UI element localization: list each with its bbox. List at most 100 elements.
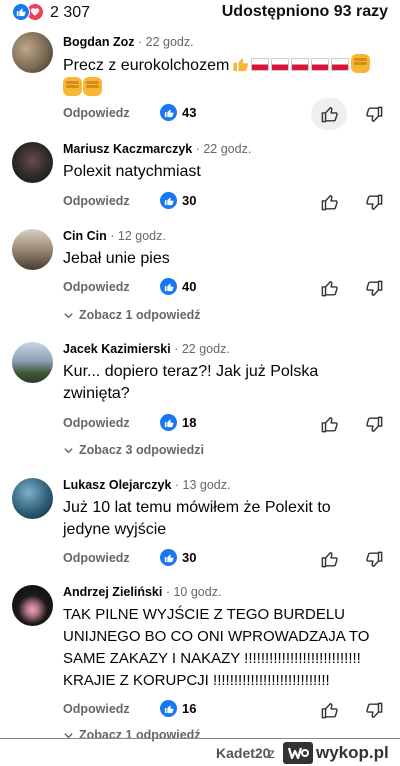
like-badge-icon [160, 549, 177, 566]
comment-time: · 22 godz. [138, 35, 194, 49]
fist-emoji-icon [83, 77, 102, 96]
see-replies-link[interactable]: Zobacz 3 odpowiedzi [63, 443, 204, 457]
watermark-z: z [268, 745, 275, 761]
comment-actions: Odpowiedz 43 [0, 98, 400, 130]
like-count-value: 18 [182, 415, 197, 430]
wykop-logo-text: wykop.pl [316, 743, 389, 762]
upvote-button[interactable] [312, 188, 346, 216]
downvote-button[interactable] [357, 100, 391, 128]
avatar[interactable] [12, 342, 53, 383]
thumbs-down-icon [365, 194, 382, 210]
like-count[interactable]: 18 [160, 414, 196, 431]
comment-text: Jebał unie pies [63, 250, 170, 267]
comment-text: Precz z eurokolchozem [63, 54, 388, 100]
thumbs-up-icon [321, 702, 338, 718]
like-badge-icon [160, 192, 177, 209]
comment-text: TAK PILNE WYJŚCIE Z TEGO BURDELU UNIJNEG… [63, 606, 370, 689]
like-count-value: 16 [182, 701, 197, 716]
like-count-value: 30 [182, 550, 197, 565]
thumbs-up-icon [321, 280, 338, 296]
comment-time: · 10 godz. [165, 585, 222, 599]
reaction-count[interactable]: 2 307 [50, 4, 90, 22]
reply-button[interactable]: Odpowiedz [63, 702, 130, 716]
like-badge-icon [160, 700, 177, 717]
upvote-button[interactable] [312, 696, 346, 724]
reaction-icons[interactable] [12, 3, 44, 21]
reply-button[interactable]: Odpowiedz [63, 416, 130, 430]
like-reaction-icon [12, 3, 30, 21]
comment-text: Kur... dopiero teraz?! Jak już Polska zw… [63, 363, 319, 402]
downvote-button[interactable] [357, 274, 391, 302]
reply-button[interactable]: Odpowiedz [63, 551, 130, 565]
comment-actions: Odpowiedz 16 [0, 696, 400, 724]
like-count[interactable]: 40 [160, 278, 196, 295]
upvote-button[interactable] [312, 274, 346, 302]
fist-emoji-icon [63, 77, 82, 96]
chevron-down-icon [64, 312, 73, 318]
poland-flag-icon [271, 58, 290, 71]
shares-count[interactable]: Udostępniono 93 razy [222, 3, 388, 21]
upvote-button[interactable] [311, 98, 347, 130]
comment-time: · 22 godz. [174, 342, 230, 356]
watermark-footer: Kadet20 z wykop.pl [0, 738, 400, 766]
comment-time: · 12 godz. [110, 229, 166, 243]
thumbs-up-icon [321, 194, 338, 210]
watermark-author: Kadet20 [216, 745, 271, 761]
poland-flag-icon [311, 58, 330, 71]
avatar[interactable] [12, 478, 53, 519]
poland-flag-icon [291, 58, 310, 71]
thumbs-down-icon [365, 551, 382, 567]
like-count-value: 43 [182, 105, 197, 120]
reactions-bar: 2 307 Udostępniono 93 razy [0, 0, 400, 26]
comment-actions: Odpowiedz 40 [0, 274, 400, 302]
downvote-button[interactable] [357, 696, 391, 724]
comment-author[interactable]: Andrzej Zieliński · 10 godz. [63, 585, 221, 599]
chevron-down-icon [64, 447, 73, 453]
comment-author[interactable]: Cin Cin · 12 godz. [63, 229, 166, 243]
thumbs-down-icon [365, 702, 382, 718]
like-count[interactable]: 43 [160, 104, 196, 121]
downvote-button[interactable] [357, 188, 391, 216]
thumbs-down-icon [365, 280, 382, 296]
comment-author[interactable]: Bogdan Zoz · 22 godz. [63, 35, 194, 49]
comment-author[interactable]: Lukasz Olejarczyk · 13 godz. [63, 478, 230, 492]
comment-time: · 13 godz. [174, 478, 231, 492]
thumbs-down-icon [365, 106, 382, 122]
like-count-value: 40 [182, 279, 197, 294]
comment-text: Już 10 lat temu mówiłem że Polexit to je… [63, 499, 331, 538]
avatar[interactable] [12, 32, 53, 73]
thumbs-up-emoji-icon [232, 55, 249, 73]
comment-author[interactable]: Mariusz Kaczmarczyk · 22 godz. [63, 142, 251, 156]
like-badge-icon [160, 414, 177, 431]
poland-flag-icon [331, 58, 350, 71]
wykop-logo-icon [283, 742, 313, 764]
thumbs-up-icon [321, 106, 338, 122]
poland-flag-icon [251, 58, 270, 71]
comment-actions: Odpowiedz 30 [0, 188, 400, 216]
avatar[interactable] [12, 229, 53, 270]
comment-actions: Odpowiedz 30 [0, 545, 400, 573]
like-count[interactable]: 16 [160, 700, 196, 717]
reply-button[interactable]: Odpowiedz [63, 106, 130, 120]
comment-author[interactable]: Jacek Kazimierski · 22 godz. [63, 342, 230, 356]
wykop-logo: wykop.pl [283, 742, 389, 764]
like-count[interactable]: 30 [160, 549, 196, 566]
downvote-button[interactable] [357, 410, 391, 438]
comment-time: · 22 godz. [195, 142, 252, 156]
avatar[interactable] [12, 585, 53, 626]
see-replies-link[interactable]: Zobacz 1 odpowiedź [63, 308, 201, 322]
like-count[interactable]: 30 [160, 192, 196, 209]
like-badge-icon [160, 278, 177, 295]
downvote-button[interactable] [357, 545, 391, 573]
like-badge-icon [160, 104, 177, 121]
avatar[interactable] [12, 142, 53, 183]
like-count-value: 30 [182, 193, 197, 208]
comment-actions: Odpowiedz 18 [0, 410, 400, 438]
upvote-button[interactable] [312, 545, 346, 573]
reply-button[interactable]: Odpowiedz [63, 194, 130, 208]
thumbs-up-icon [321, 416, 338, 432]
thumbs-down-icon [365, 416, 382, 432]
reply-button[interactable]: Odpowiedz [63, 280, 130, 294]
comment-text: Polexit natychmiast [63, 163, 201, 180]
upvote-button[interactable] [312, 410, 346, 438]
